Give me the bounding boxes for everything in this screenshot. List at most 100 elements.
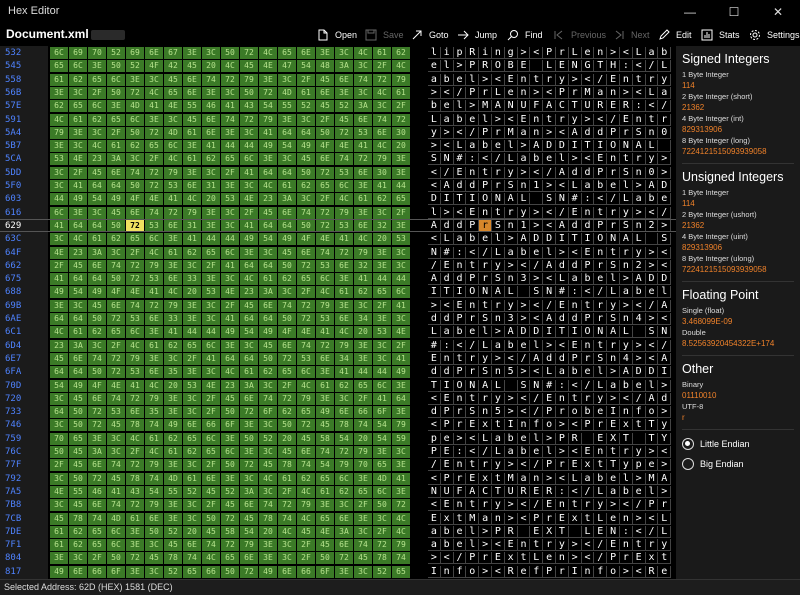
hex-byte[interactable]: 6E xyxy=(69,565,87,578)
ascii-char[interactable]: E xyxy=(594,525,608,538)
ascii-char[interactable]: a xyxy=(440,326,454,339)
ascii-char[interactable]: / xyxy=(530,499,544,512)
hex-byte[interactable]: 3E xyxy=(50,140,68,153)
hex-byte[interactable]: 4C xyxy=(335,193,353,206)
ascii-char[interactable]: > xyxy=(504,406,518,419)
hex-byte[interactable]: 3E xyxy=(354,352,372,365)
hex-byte[interactable]: 6E xyxy=(164,273,182,286)
hex-byte[interactable]: 3C xyxy=(392,246,410,259)
ascii-char[interactable]: : xyxy=(620,60,633,73)
hex-byte[interactable]: 62 xyxy=(335,379,353,392)
ascii-char[interactable]: / xyxy=(658,206,672,219)
ascii-char[interactable]: L xyxy=(658,60,672,73)
hex-byte[interactable]: 65 xyxy=(316,180,334,192)
ascii-char[interactable]: a xyxy=(492,339,505,352)
hex-byte[interactable]: 74 xyxy=(373,113,391,126)
hex-byte[interactable]: 78 xyxy=(164,552,182,565)
ascii-char[interactable]: t xyxy=(594,339,608,352)
ascii-char[interactable]: o xyxy=(543,419,556,432)
hex-byte[interactable]: 2F xyxy=(107,126,125,139)
hex-byte[interactable]: 4C xyxy=(145,86,163,99)
ascii-char[interactable]: t xyxy=(453,512,467,525)
hex-byte[interactable]: 52 xyxy=(164,525,182,538)
ascii-char[interactable]: A xyxy=(658,472,672,485)
ascii-char[interactable]: b xyxy=(620,485,633,498)
hex-byte[interactable]: 6E xyxy=(297,246,315,259)
hex-byte[interactable]: 79 xyxy=(50,126,68,139)
ascii-char[interactable]: r xyxy=(543,539,556,552)
hex-byte[interactable]: 6E xyxy=(278,206,296,219)
hex-byte[interactable]: 54 xyxy=(373,432,391,445)
ascii-char[interactable]: r xyxy=(620,246,633,259)
ascii-char[interactable]: t xyxy=(492,206,505,219)
ascii-char[interactable]: P xyxy=(607,126,620,139)
hex-byte[interactable]: 4C xyxy=(297,379,315,392)
ascii-char[interactable]: n xyxy=(492,313,505,325)
ascii-char[interactable]: T xyxy=(556,326,569,339)
hex-byte[interactable]: 66 xyxy=(297,565,315,578)
ascii-char[interactable]: r xyxy=(479,499,492,512)
hex-byte[interactable]: 72 xyxy=(107,366,125,379)
hex-byte[interactable]: 49 xyxy=(240,233,258,246)
ascii-char[interactable]: a xyxy=(504,246,518,259)
ascii-char[interactable]: / xyxy=(466,126,480,139)
ascii-char[interactable]: e xyxy=(440,432,454,445)
ascii-char[interactable]: L xyxy=(517,193,531,206)
hex-byte[interactable]: 61 xyxy=(145,339,163,352)
ascii-char[interactable]: P xyxy=(594,219,608,232)
hex-byte[interactable]: 79 xyxy=(335,206,353,219)
ascii-char[interactable]: n xyxy=(607,153,620,166)
hex-byte[interactable]: 6E xyxy=(259,299,277,312)
hex-byte[interactable]: 3E xyxy=(316,499,334,512)
hex-byte[interactable]: 52 xyxy=(259,432,277,445)
ascii-char[interactable]: > xyxy=(428,299,441,312)
hex-byte[interactable]: 3C xyxy=(278,539,296,552)
ascii-char[interactable]: L xyxy=(492,246,505,259)
ascii-char[interactable]: x xyxy=(620,419,633,432)
ascii-char[interactable]: y xyxy=(658,73,672,86)
hex-byte[interactable]: 3E xyxy=(392,406,410,419)
hex-byte[interactable]: 35 xyxy=(145,406,163,419)
ascii-char[interactable]: E xyxy=(504,539,518,552)
ascii-char[interactable]: # xyxy=(568,193,582,206)
hex-byte[interactable]: 2F xyxy=(183,352,201,365)
hex-byte[interactable]: 62 xyxy=(88,113,106,126)
hex-byte[interactable]: 54 xyxy=(259,233,277,246)
hex-byte[interactable]: 49 xyxy=(392,366,410,379)
ascii-char[interactable]: n xyxy=(504,273,518,286)
selected-hex-byte[interactable]: 72 xyxy=(126,219,144,232)
hex-byte[interactable]: 52 xyxy=(164,565,182,578)
ascii-char[interactable]: L xyxy=(645,86,659,99)
ascii-char[interactable]: y xyxy=(428,126,441,139)
hex-byte[interactable]: 54 xyxy=(297,60,315,73)
hex-byte[interactable]: 4F xyxy=(316,140,334,153)
ascii-char[interactable]: > xyxy=(645,259,659,272)
hex-byte[interactable]: 3C xyxy=(240,339,258,352)
hex-byte[interactable]: 74 xyxy=(297,206,315,219)
ascii-char[interactable]: y xyxy=(620,206,633,219)
hex-byte[interactable]: 3C xyxy=(354,525,372,538)
ascii-char[interactable]: r xyxy=(479,459,492,472)
hex-byte[interactable]: 3E xyxy=(126,565,144,578)
hex-byte[interactable]: 74 xyxy=(354,539,372,552)
hex-byte[interactable]: 20 xyxy=(373,233,391,246)
hex-byte[interactable]: 61 xyxy=(183,472,201,485)
ascii-char[interactable]: L xyxy=(479,432,492,445)
ascii-char[interactable]: Y xyxy=(658,432,672,445)
ascii-char[interactable]: E xyxy=(453,299,467,312)
hex-byte[interactable]: 6C xyxy=(202,339,220,352)
ascii-char[interactable]: < xyxy=(556,472,569,485)
close-button[interactable]: ✕ xyxy=(756,0,800,24)
ascii-char[interactable]: n xyxy=(620,73,633,86)
ascii-char[interactable]: < xyxy=(504,113,518,126)
ascii-char[interactable]: L xyxy=(594,485,608,498)
hex-byte[interactable]: 3E xyxy=(164,233,182,246)
ascii-char[interactable]: M xyxy=(479,100,492,113)
hex-byte[interactable]: 52 xyxy=(297,100,315,113)
ascii-char[interactable]: A xyxy=(492,100,505,113)
hex-byte[interactable]: 20 xyxy=(259,525,277,538)
hex-byte[interactable]: 65 xyxy=(316,512,334,525)
ascii-char[interactable]: < xyxy=(556,126,569,139)
hex-byte[interactable]: 3C xyxy=(297,193,315,206)
ascii-char[interactable]: / xyxy=(645,60,659,73)
